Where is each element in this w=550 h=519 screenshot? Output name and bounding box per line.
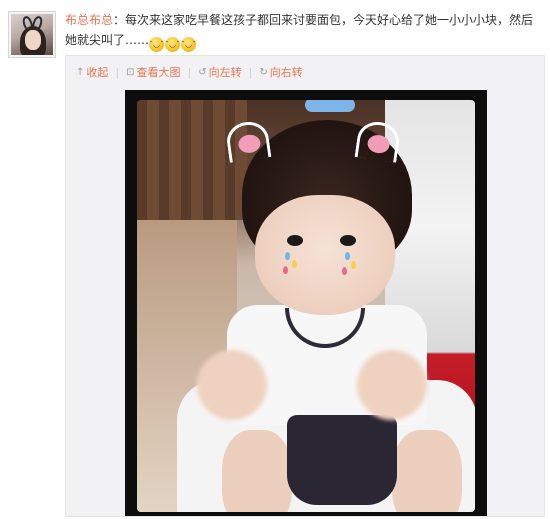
image-toolbar: ↑ 收起 | ⊡ 查看大图 | ↺ 向左转 | ↻ 向右转 bbox=[76, 64, 303, 80]
photo-content bbox=[137, 100, 475, 512]
laugh-cry-emoji-icon: ˘◡˘ bbox=[165, 37, 181, 52]
avatar[interactable] bbox=[8, 11, 56, 58]
enlarge-icon: ⊡ bbox=[126, 66, 135, 78]
laugh-cry-emoji-icon: ˘◡˘ bbox=[149, 37, 165, 52]
collapse-button[interactable]: ↑ 收起 bbox=[76, 64, 108, 80]
avatar-image bbox=[11, 14, 53, 55]
view-large-label: 查看大图 bbox=[136, 66, 181, 79]
media-panel: ↑ 收起 | ⊡ 查看大图 | ↺ 向左转 | ↻ 向右转 bbox=[65, 55, 545, 517]
rotate-right-icon: ↻ bbox=[259, 66, 268, 78]
author-link[interactable]: 布总布总 bbox=[65, 13, 113, 27]
collapse-label: 收起 bbox=[86, 66, 109, 79]
post-body-text: 每次来这家吃早餐这孩子都回来讨要面包，今天好心给了她一小小小块，然后她就尖叫了…… bbox=[65, 13, 534, 47]
up-arrow-icon: ↑ bbox=[76, 66, 85, 78]
rotate-left-button[interactable]: ↺ 向左转 bbox=[198, 64, 241, 80]
post-content: 布总布总：每次来这家吃早餐这孩子都回来讨要面包，今天好心给了她一小小小块，然后她… bbox=[65, 10, 543, 52]
toolbar-divider: | bbox=[115, 65, 120, 79]
rotate-left-icon: ↺ bbox=[198, 66, 207, 78]
toolbar-divider: | bbox=[248, 65, 253, 79]
rotate-right-button[interactable]: ↻ 向右转 bbox=[259, 64, 302, 80]
laugh-cry-emoji-icon: ˘◡˘ bbox=[181, 37, 197, 52]
post-photo[interactable] bbox=[125, 90, 487, 516]
view-large-button[interactable]: ⊡ 查看大图 bbox=[126, 64, 180, 80]
author-colon: ： bbox=[113, 13, 126, 27]
rotate-left-label: 向左转 bbox=[208, 66, 242, 79]
toolbar-divider: | bbox=[187, 65, 192, 79]
rotate-right-label: 向右转 bbox=[269, 66, 303, 79]
